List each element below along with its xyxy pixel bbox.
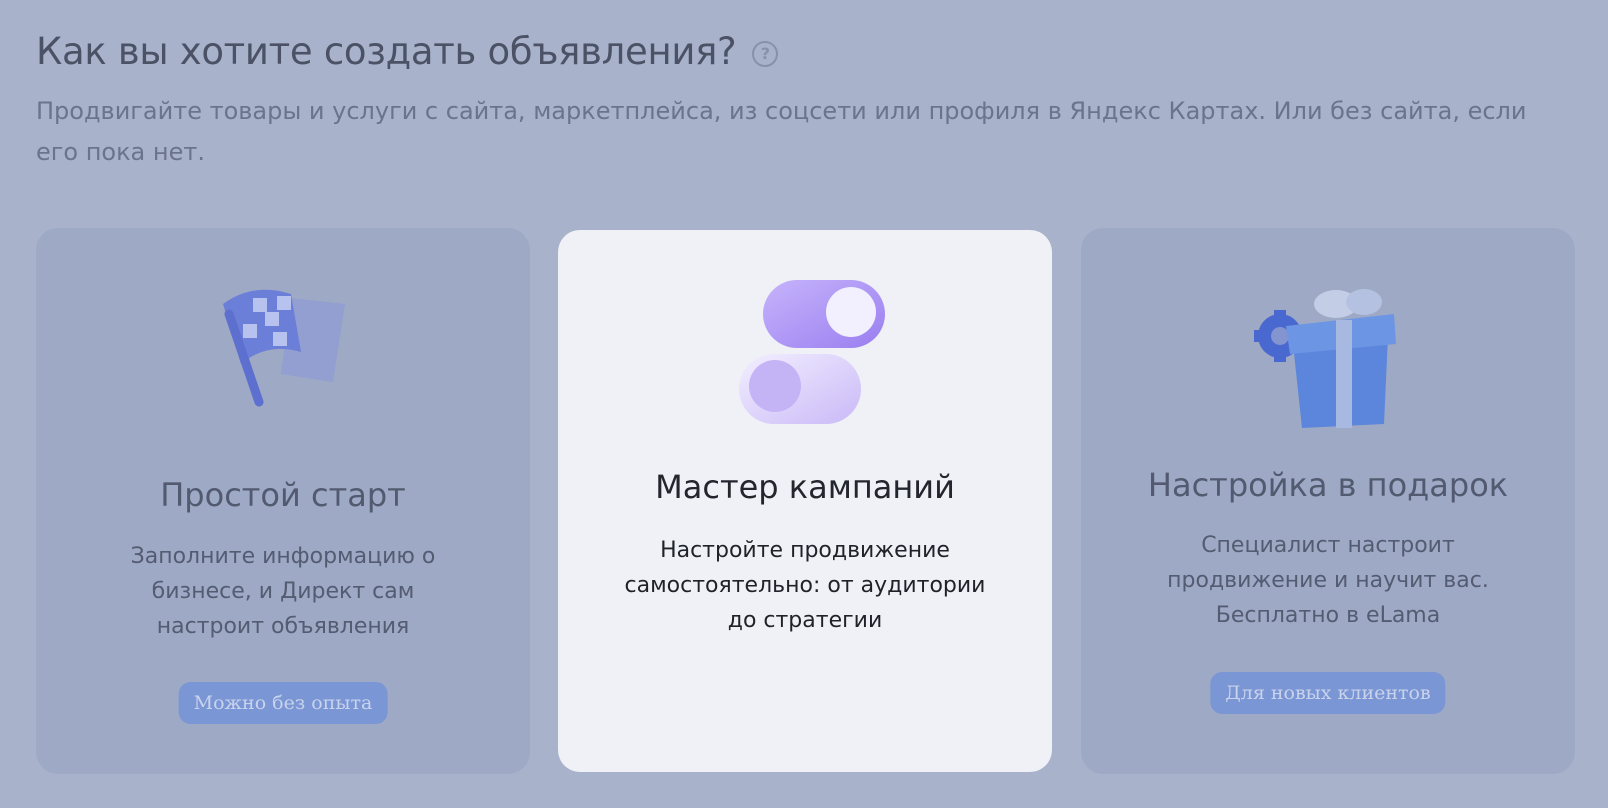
card-description: Настройте продвижение самостоятельно: от… [624, 538, 986, 633]
help-icon[interactable]: ? [752, 40, 779, 67]
option-card-gift-setup[interactable]: Настройка в подарок Специалист настроит … [1081, 228, 1575, 774]
checkered-flag-icon [36, 274, 530, 434]
title-row: Как вы хотите создать объявления? ? [36, 30, 1576, 73]
card-description: Заполните информацию о бизнесе, и Директ… [130, 544, 436, 639]
option-card-simple-start[interactable]: Простой старт Заполните информацию о биз… [36, 228, 530, 774]
experience-badge: Можно без опыта [178, 682, 388, 724]
toggle-switches-icon [558, 276, 1052, 436]
page-header: Как вы хотите создать объявления? ? Прод… [36, 30, 1576, 173]
card-description: Специалист настроит продвижение и научит… [1167, 533, 1489, 628]
option-card-campaign-master[interactable]: Мастер кампаний Настройте продвижение са… [558, 230, 1052, 772]
card-title: Простой старт [160, 476, 406, 514]
gift-box-gear-icon [1081, 274, 1575, 434]
card-title: Мастер кампаний [655, 468, 955, 506]
card-title: Настройка в подарок [1147, 466, 1509, 504]
page-subtitle: Продвигайте товары и услуги с сайта, мар… [36, 97, 1527, 166]
new-clients-badge: Для новых клиентов [1210, 672, 1446, 714]
page-title: Как вы хотите создать объявления? [36, 30, 737, 73]
